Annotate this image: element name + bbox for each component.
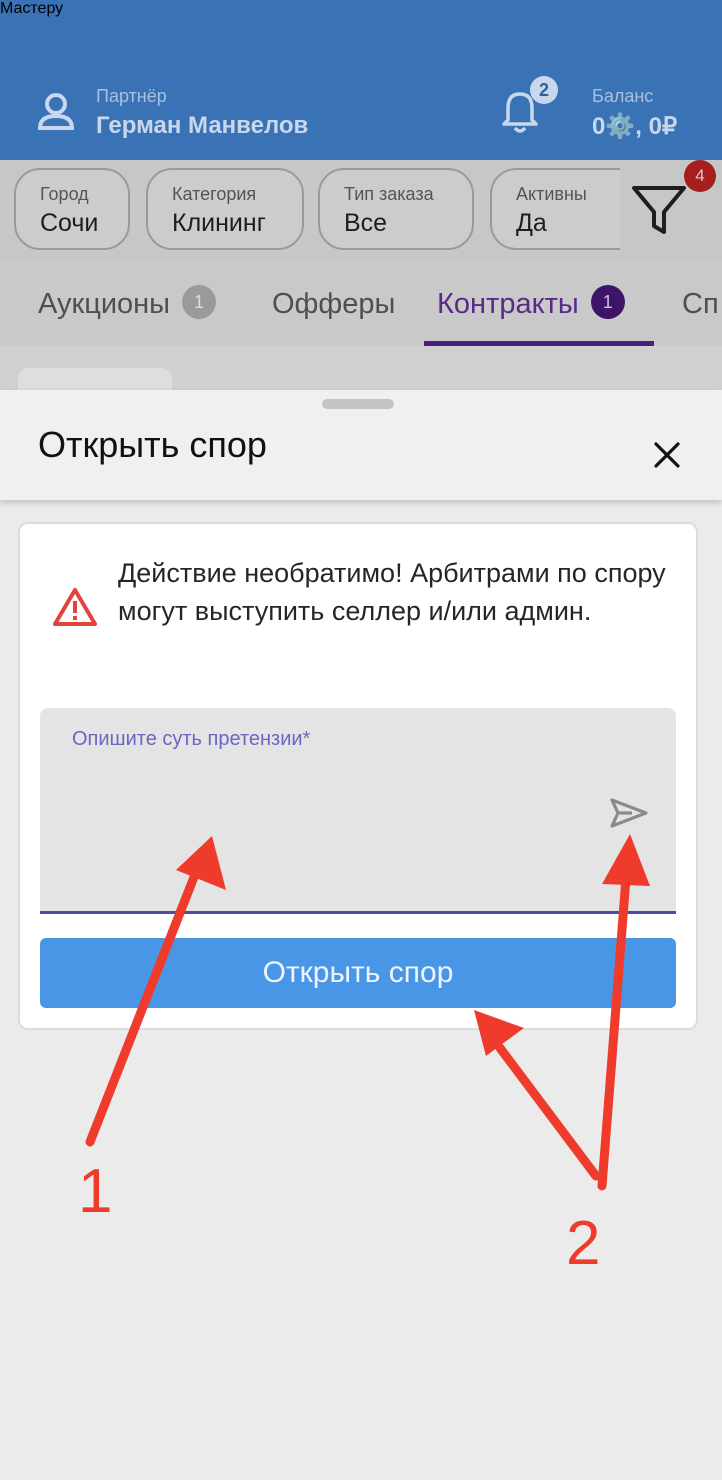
chip-value: Да: [516, 209, 547, 237]
open-dispute-button[interactable]: Открыть спор: [40, 938, 676, 1008]
balance-value[interactable]: 0⚙️, 0₽: [592, 112, 677, 141]
annotation-label-1: 1: [78, 1157, 113, 1226]
annotation-arrow-2a: [474, 1010, 601, 1181]
sheet-drag-handle[interactable]: [322, 399, 394, 409]
app-title: Мастеру: [0, 0, 64, 17]
tab-auctions[interactable]: Аукционы 1: [38, 262, 217, 346]
filter-chip-order-type[interactable]: Тип заказа Все: [318, 168, 474, 250]
chip-caption: Активны: [516, 184, 587, 204]
tab-label: Офферы: [272, 288, 396, 320]
filter-chip-active[interactable]: Активны Да: [490, 168, 620, 250]
content-card-peek: [18, 368, 172, 390]
claim-input-label: Опишите суть претензии*: [72, 728, 311, 750]
tab-truncated[interactable]: Сп: [682, 262, 719, 346]
send-icon[interactable]: [606, 794, 650, 832]
filter-chip-city[interactable]: Город Сочи: [14, 168, 130, 250]
chip-value: Сочи: [40, 209, 99, 237]
tab-label: Контракты: [437, 288, 579, 320]
tab-badge: 1: [590, 285, 625, 320]
warning-icon: [53, 588, 97, 626]
sheet-title: Открыть спор: [38, 424, 267, 465]
tab-label: Аукционы: [38, 288, 171, 320]
chip-caption: Тип заказа: [344, 184, 434, 204]
filter-count-badge: 4: [684, 160, 716, 192]
tab-label: Сп: [682, 288, 719, 320]
warning-text: Действие необратимо! Арбитрами по спору …: [118, 558, 666, 626]
chip-value: Все: [344, 209, 388, 237]
filter-icon[interactable]: [626, 180, 692, 240]
tab-offers[interactable]: Офферы: [272, 262, 395, 346]
chip-caption: Город: [40, 184, 89, 204]
notifications-badge: 2: [530, 76, 558, 104]
balance-caption: Баланс: [592, 86, 654, 106]
partner-name[interactable]: Герман Манвелов: [96, 112, 308, 140]
filter-chip-category[interactable]: Категория Клининг: [146, 168, 304, 250]
chip-value: Клининг: [172, 209, 266, 237]
chip-caption: Категория: [172, 184, 257, 204]
tab-contracts[interactable]: Контракты 1: [437, 262, 625, 346]
partner-caption: Партнёр: [96, 86, 167, 106]
annotation-label-2: 2: [566, 1209, 601, 1278]
user-icon[interactable]: [36, 92, 76, 132]
tab-badge: 1: [182, 285, 217, 320]
close-icon[interactable]: [648, 436, 686, 474]
